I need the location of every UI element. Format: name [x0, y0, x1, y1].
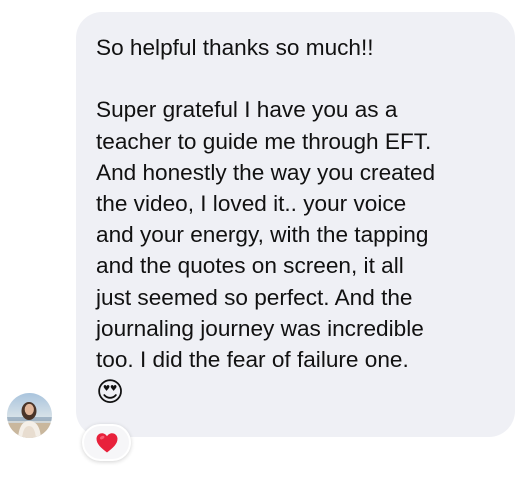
- message-line: too. I did the fear of failure one.: [96, 347, 409, 373]
- message-line: So helpful thanks so much!!: [96, 35, 374, 60]
- avatar[interactable]: [7, 393, 52, 438]
- message-line: teacher to guide me through EFT.: [96, 128, 432, 154]
- message-line: just seemed so perfect. And the: [96, 284, 413, 310]
- reaction-badge[interactable]: [82, 424, 131, 461]
- message-line: and your energy, with the tapping: [96, 222, 429, 248]
- message-line: Super grateful I have you as a: [96, 97, 398, 123]
- message-line: the video, I loved it.. your voice: [96, 191, 407, 216]
- message-line: And honestly the way you created: [96, 159, 436, 185]
- message-bubble[interactable]: So helpful thanks so much!! Super gratef…: [76, 12, 515, 437]
- red-heart-icon: [96, 432, 117, 452]
- avatar-photo: [7, 393, 52, 438]
- message-line: and the quotes on screen, it all: [96, 253, 404, 279]
- heart-eyes-emoji: 😍: [96, 377, 125, 409]
- message-line: journaling journey was incredible: [96, 315, 424, 341]
